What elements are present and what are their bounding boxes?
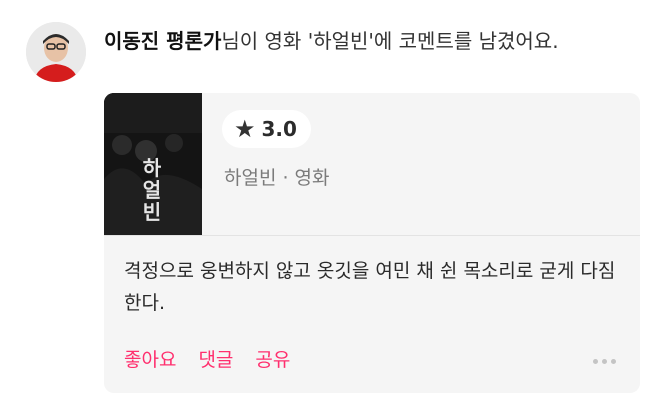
activity-text: 님이 영화 '하얼빈'에 코멘트를 남겼어요.: [221, 29, 559, 53]
svg-text:하: 하: [143, 156, 162, 180]
svg-text:얼: 얼: [143, 178, 161, 202]
author-name[interactable]: 이동진 평론가: [104, 29, 221, 53]
poster-art: 하 얼 빈: [104, 93, 202, 235]
movie-header: 하 얼 빈 ★ 3.0 하얼빈 · 영화: [104, 93, 640, 236]
author-avatar[interactable]: [26, 22, 86, 82]
more-dot: [602, 359, 607, 364]
movie-meta[interactable]: 하얼빈 · 영화: [224, 163, 330, 190]
more-icon[interactable]: [589, 359, 616, 364]
share-button[interactable]: 공유: [255, 345, 290, 372]
reply-button[interactable]: 댓글: [198, 345, 233, 372]
more-dot: [611, 359, 616, 364]
activity-headline: 이동진 평론가님이 영화 '하얼빈'에 코멘트를 남겼어요.: [104, 26, 559, 56]
movie-poster[interactable]: 하 얼 빈: [104, 93, 202, 235]
star-icon: ★: [234, 115, 256, 143]
like-button[interactable]: 좋아요: [124, 345, 176, 372]
action-row: 좋아요 댓글 공유: [124, 345, 312, 372]
svg-text:빈: 빈: [143, 200, 161, 224]
rating-badge: ★ 3.0: [222, 110, 311, 148]
avatar-image: [26, 22, 86, 82]
rating-value: 3.0: [261, 117, 297, 141]
comment-text: 격정으로 웅변하지 않고 옷깃을 여민 채 쉰 목소리로 굳게 다짐한다.: [124, 260, 616, 314]
more-dot: [593, 359, 598, 364]
comment-card[interactable]: 하 얼 빈 ★ 3.0 하얼빈 · 영화 격정으로 웅변하지 않고 옷깃을 여민…: [104, 93, 640, 393]
